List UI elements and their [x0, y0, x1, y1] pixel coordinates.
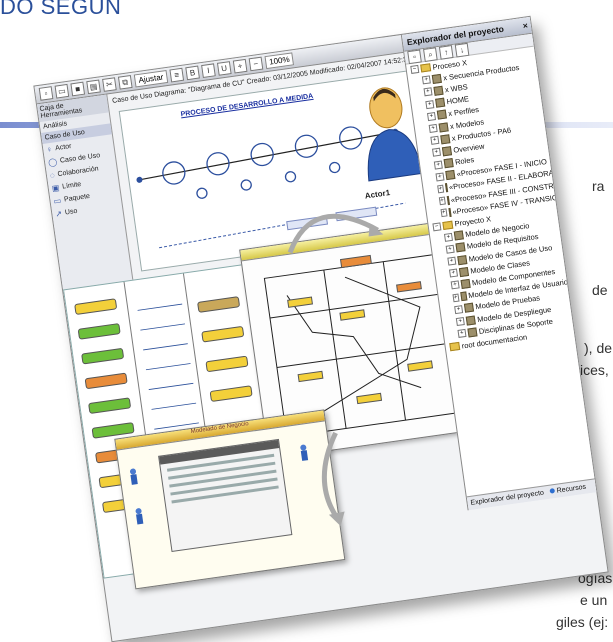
boundary-icon: ▣: [51, 183, 60, 194]
expand-icon[interactable]: +: [457, 329, 467, 339]
text-fragment: e un: [580, 592, 608, 608]
expand-icon[interactable]: +: [454, 304, 464, 315]
zoom-out-icon[interactable]: −: [248, 56, 264, 72]
expand-icon[interactable]: +: [421, 75, 431, 85]
person-icon: [135, 508, 144, 525]
package-icon: [441, 146, 453, 157]
text-fragment: ices,: [580, 362, 609, 378]
package-icon: [443, 158, 454, 169]
expand-icon[interactable]: +: [430, 136, 440, 146]
resources-icon: [549, 488, 556, 494]
package-icon: [463, 302, 475, 314]
down-arrow-icon[interactable]: ↓: [454, 42, 470, 58]
zoom-in-icon[interactable]: +: [232, 58, 248, 74]
copy-icon[interactable]: ⧉: [117, 74, 133, 90]
close-icon[interactable]: ×: [522, 20, 528, 31]
package-icon: [445, 170, 456, 181]
package-icon: [460, 278, 471, 289]
package-icon: [447, 207, 452, 217]
toolbox-item-label: Actor: [54, 142, 72, 153]
person-icon: [130, 468, 138, 485]
toolbox-item-label: Límite: [61, 181, 82, 191]
package-icon: [457, 254, 468, 265]
use-case-icon: ◯: [47, 157, 58, 168]
new-icon[interactable]: ▫: [38, 86, 54, 101]
expand-icon[interactable]: +: [443, 232, 453, 242]
new-package-icon[interactable]: ▫: [407, 48, 422, 64]
app-screenshot: ▫ ▭ ■ ▤ ✂ ⧉ Ajustar ≡ B I U + − 100% Caj…: [33, 15, 609, 642]
toolbox-item-label: Paquete: [63, 192, 91, 204]
expand-icon[interactable]: −: [432, 221, 442, 231]
package-icon: [455, 242, 466, 253]
text-fragment: giles (ej:: [556, 614, 609, 630]
text-fragment: ra: [592, 178, 605, 194]
expand-icon[interactable]: +: [423, 87, 433, 97]
expand-icon[interactable]: +: [445, 244, 455, 254]
underline-icon[interactable]: U: [216, 61, 232, 76]
italic-icon[interactable]: I: [201, 63, 216, 79]
expand-icon[interactable]: +: [450, 280, 460, 290]
package-icon: [467, 327, 478, 338]
print-icon[interactable]: ▤: [86, 79, 101, 95]
folder-icon: [449, 342, 461, 352]
tab-resources-label: Recursos: [556, 483, 587, 495]
expand-icon[interactable]: −: [410, 64, 420, 75]
package-icon: [465, 315, 476, 326]
expand-icon[interactable]: +: [433, 160, 443, 170]
expand-icon[interactable]: +: [428, 123, 438, 133]
package-icon: [440, 133, 451, 145]
package-icon: ▭: [53, 195, 62, 206]
text-fragment: de: [592, 282, 608, 298]
expand-icon[interactable]: +: [440, 208, 448, 218]
package-icon: [446, 195, 450, 205]
arrow-icon: ↗: [54, 208, 63, 219]
find-icon[interactable]: ⌕: [422, 46, 438, 62]
package-icon: [453, 230, 464, 241]
cut-icon[interactable]: ✂: [102, 77, 117, 92]
bold-icon[interactable]: B: [185, 65, 200, 81]
package-icon: [444, 183, 448, 193]
package-icon: [433, 85, 444, 96]
expand-icon[interactable]: +: [425, 99, 435, 109]
zoom-percent[interactable]: 100%: [264, 52, 295, 70]
expand-icon[interactable]: +: [437, 184, 444, 194]
slide-title: DO SEGUN: [0, 0, 122, 19]
folder-icon: [442, 220, 454, 230]
expand-icon[interactable]: +: [438, 196, 446, 206]
collaboration-icon: ◌: [49, 170, 56, 181]
package-icon: [435, 97, 446, 108]
zoom-field[interactable]: Ajustar: [133, 70, 169, 88]
expand-icon[interactable]: +: [455, 317, 465, 327]
align-icon[interactable]: ≡: [169, 67, 185, 83]
toolbox-item-label: Uso: [64, 207, 78, 217]
actor-icon: ♀: [45, 144, 53, 155]
save-icon[interactable]: ■: [70, 81, 86, 97]
form-panel: [158, 438, 293, 552]
tab-project-explorer[interactable]: Explorador del proyecto: [470, 490, 544, 507]
expand-icon[interactable]: +: [432, 148, 442, 158]
expand-icon[interactable]: +: [449, 268, 459, 278]
tab-resources[interactable]: Recursos: [549, 483, 587, 496]
explorer-tabs: Explorador del proyecto Recursos: [466, 478, 598, 511]
folder-icon: [420, 63, 432, 73]
open-icon[interactable]: ▭: [54, 83, 70, 99]
up-arrow-icon[interactable]: ↑: [438, 44, 454, 60]
package-icon: [438, 121, 449, 133]
expand-icon[interactable]: +: [426, 111, 437, 121]
expand-icon[interactable]: +: [447, 256, 457, 266]
package-icon: [459, 291, 467, 302]
package-icon: [431, 73, 442, 84]
package-icon: [436, 109, 447, 121]
expand-icon[interactable]: +: [452, 293, 459, 302]
text-fragment: ), de: [584, 340, 613, 356]
package-icon: [458, 266, 470, 277]
expand-icon[interactable]: +: [435, 172, 445, 182]
form-line: [171, 485, 279, 504]
